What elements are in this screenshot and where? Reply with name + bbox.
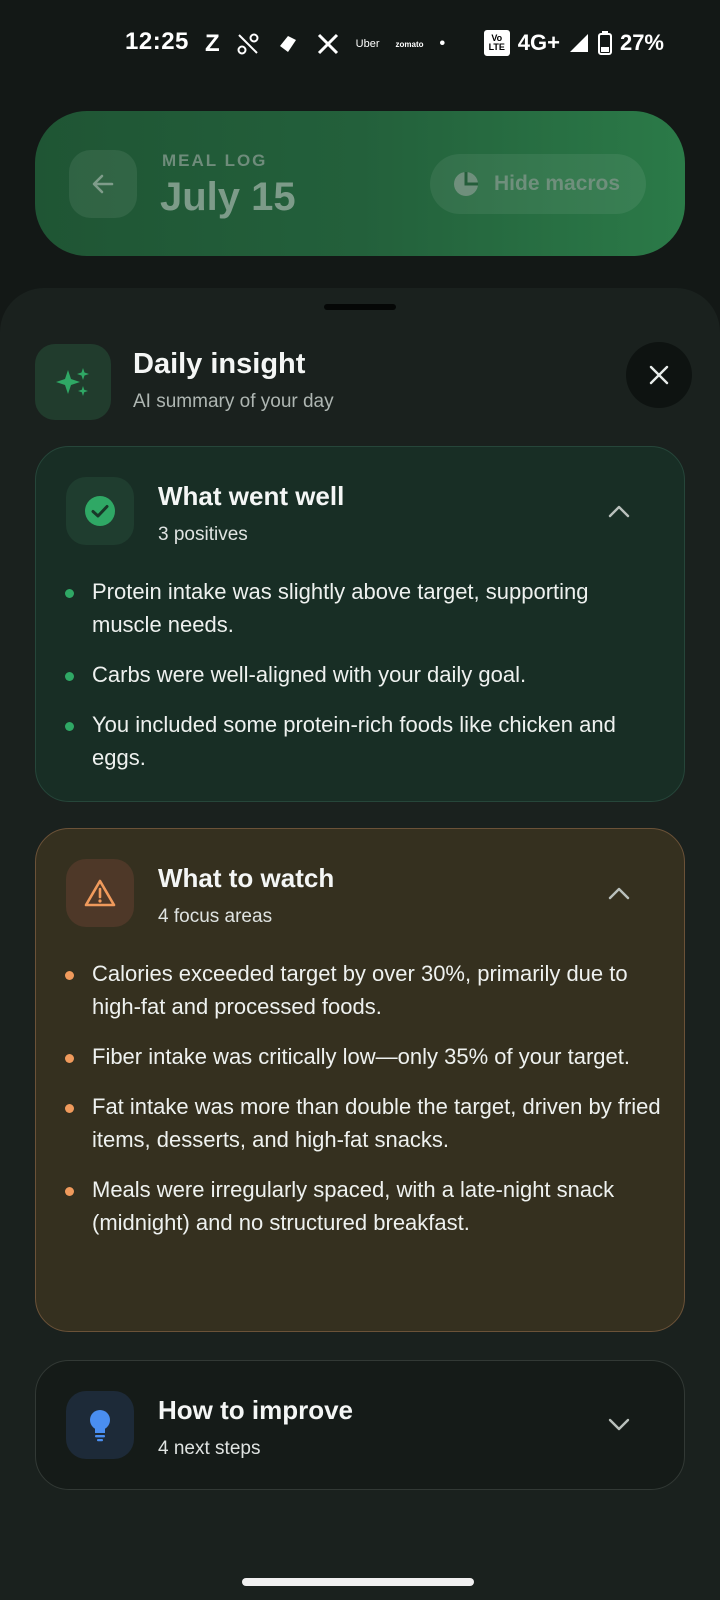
positives-list: Protein intake was slightly above target… [64,575,664,791]
status-time: 12:25 [125,28,189,55]
focus-areas-list: Calories exceeded target by over 30%, pr… [64,957,664,1256]
hide-macros-label: Hide macros [494,172,621,195]
zomato-icon: zomato [395,39,424,49]
section-how-to-improve[interactable]: How to improve 4 next steps [35,1360,685,1490]
expand-button[interactable] [604,1413,634,1437]
next-steps-badge [66,1391,134,1459]
bullet-dot [65,589,74,598]
header-eyebrow: MEAL LOG [162,151,268,170]
uber-icon: Uber [355,38,380,50]
scissors-app-icon [237,33,259,55]
signal-icon [569,34,588,52]
status-bar: 12:25 Z Uber zomato • Vo LTE 4G+ 27% [0,0,720,92]
positives-badge [66,477,134,545]
chat-app-icon [279,36,296,52]
back-button[interactable] [69,150,137,218]
sheet-drag-handle[interactable] [324,304,396,310]
insight-subtitle: AI summary of your day [133,391,334,412]
bullet-dot [65,1104,74,1113]
collapse-button[interactable] [604,499,634,523]
close-button[interactable] [626,342,692,408]
pie-chart-icon [454,172,478,196]
bullet-dot [65,1187,74,1196]
section-count: 3 positives [158,524,248,545]
page-title: July 15 [160,175,296,219]
list-item: Carbs were well-aligned with your daily … [64,658,664,691]
bullet-dot [65,672,74,681]
list-item: Meals were irregularly spaced, with a la… [64,1173,664,1239]
section-what-went-well: What went well 3 positives Protein intak… [35,446,685,802]
bullet-dot [65,722,74,731]
bullet-dot [65,1054,74,1063]
insight-title: Daily insight [133,348,306,380]
lightbulb-icon [90,1410,110,1442]
list-item: Fat intake was more than double the targ… [64,1090,664,1156]
notification-icons: Z Uber zomato • [205,30,445,58]
arrow-left-icon [92,174,114,194]
section-title: What went well [158,481,345,511]
list-item: You included some protein-rich foods lik… [64,708,664,774]
system-icons: Vo LTE 4G+ 27% [483,30,664,56]
battery-level: 27% [619,30,664,55]
section-title: What to watch [158,863,335,893]
chevron-up-icon [608,505,630,518]
meal-log-header: MEAL LOG July 15 Hide macros [35,111,685,256]
list-item: Fiber intake was critically low—only 35%… [64,1040,664,1073]
sparkles-icon [56,368,89,396]
chevron-up-icon [608,887,630,900]
chevron-down-icon [608,1418,630,1431]
network-type: 4G+ [517,30,560,55]
daily-insight-sheet: Daily insight AI summary of your day Wha… [0,288,720,1600]
collapse-button[interactable] [604,881,634,905]
check-circle-icon [85,496,115,526]
home-indicator[interactable] [242,1578,474,1586]
zepto-icon: Z [205,30,220,57]
more-notifications-dot: • [439,35,446,52]
x-app-icon [317,33,338,55]
section-title: How to improve [158,1395,354,1425]
list-item: Calories exceeded target by over 30%, pr… [64,957,664,1023]
volte-icon: Vo LTE [483,30,510,56]
focus-areas-badge [66,859,134,927]
section-count: 4 next steps [158,1438,261,1459]
bullet-dot [65,971,74,980]
battery-icon [597,31,612,55]
hide-macros-button[interactable]: Hide macros [430,154,646,214]
close-icon [649,365,669,385]
section-what-to-watch: What to watch 4 focus areas Calories exc… [35,828,685,1332]
section-count: 4 focus areas [158,906,273,927]
insight-badge [35,344,111,420]
list-item: Protein intake was slightly above target… [64,575,664,641]
warning-triangle-icon [84,879,116,907]
